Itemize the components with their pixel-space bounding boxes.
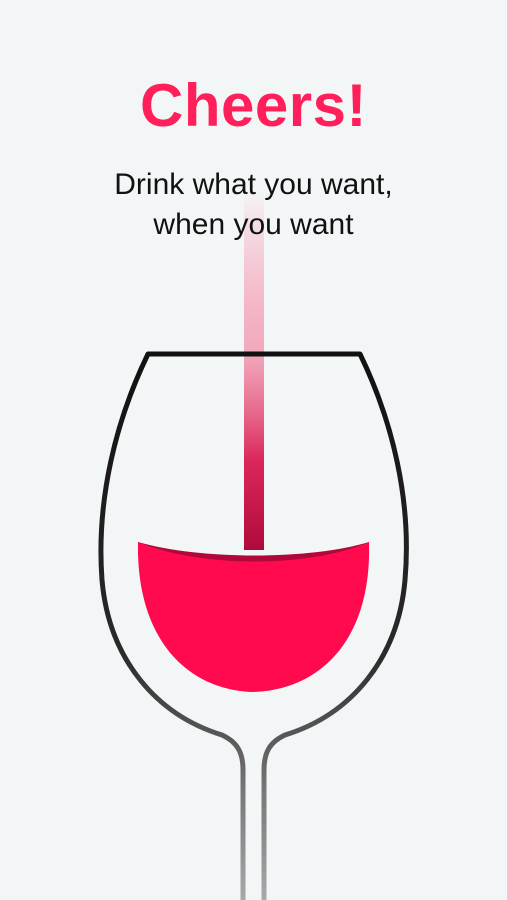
page-title: Cheers! xyxy=(140,72,367,139)
subtitle-line-2: when you want xyxy=(153,208,354,241)
wine-liquid xyxy=(137,542,370,692)
subtitle-line-1: Drink what you want, xyxy=(114,168,393,201)
page-subtitle: Drink what you want, when you want xyxy=(0,165,507,245)
onboarding-screen: Cheers! Drink what you want, when you wa… xyxy=(0,0,507,900)
